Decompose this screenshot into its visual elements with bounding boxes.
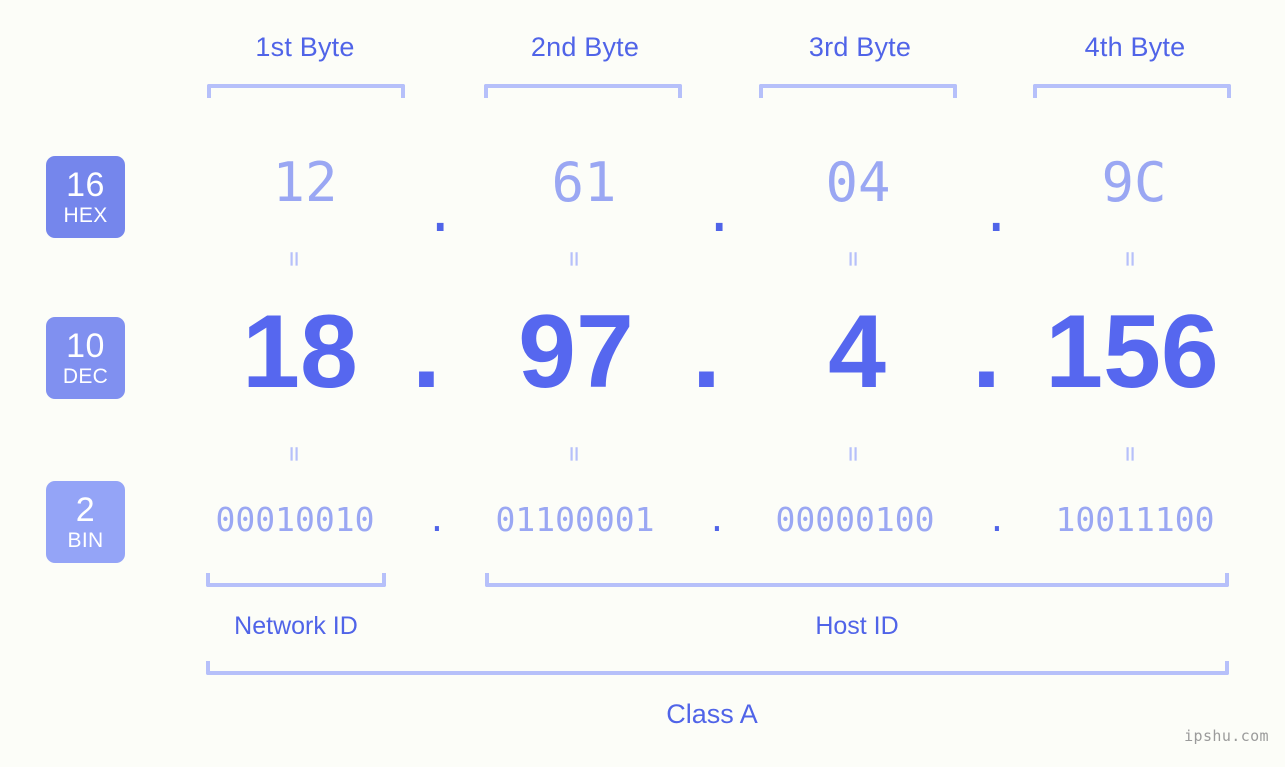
base-badge-dec-abbr: DEC bbox=[62, 365, 109, 388]
dec-separator-2: . bbox=[692, 294, 721, 410]
byte-header-2: 2nd Byte bbox=[530, 32, 640, 62]
byte-bracket-2 bbox=[484, 84, 682, 98]
byte-bracket-3 bbox=[759, 84, 957, 98]
byte-bracket-1 bbox=[207, 84, 405, 98]
byte-header-4: 4th Byte bbox=[1084, 32, 1186, 62]
base-badge-hex-number: 16 bbox=[66, 166, 105, 204]
bin-separator-2: . bbox=[707, 500, 727, 539]
equals-hex-dec-3: = bbox=[837, 251, 868, 267]
hex-separator-1: . bbox=[424, 181, 457, 244]
hex-separator-2: . bbox=[703, 181, 736, 244]
dec-byte-3: 4 bbox=[828, 294, 886, 410]
equals-dec-bin-2: = bbox=[558, 446, 589, 462]
host-id-bracket bbox=[485, 573, 1229, 587]
bin-separator-3: . bbox=[987, 500, 1007, 539]
dec-byte-4: 156 bbox=[1045, 294, 1219, 410]
equals-hex-dec-2: = bbox=[558, 251, 589, 267]
base-badge-bin-number: 2 bbox=[75, 491, 96, 529]
hex-byte-1: 12 bbox=[272, 151, 338, 214]
network-id-label: Network ID bbox=[234, 612, 358, 640]
equals-hex-dec-1: = bbox=[278, 251, 309, 267]
bin-byte-3: 00000100 bbox=[775, 500, 935, 539]
network-id-bracket bbox=[206, 573, 386, 587]
hex-byte-2: 61 bbox=[551, 151, 617, 214]
hex-byte-4: 9C bbox=[1101, 151, 1167, 214]
host-id-label: Host ID bbox=[815, 612, 899, 640]
base-badge-dec: 10 DEC bbox=[46, 317, 125, 399]
base-badge-hex: 16 HEX bbox=[46, 156, 125, 238]
hex-byte-3: 04 bbox=[825, 151, 891, 214]
hex-separator-3: . bbox=[980, 181, 1013, 244]
base-badge-bin: 2 BIN bbox=[46, 481, 125, 563]
dec-byte-1: 18 bbox=[242, 294, 358, 410]
byte-header-3: 3rd Byte bbox=[808, 32, 912, 62]
class-bracket bbox=[206, 661, 1229, 675]
dec-separator-1: . bbox=[412, 294, 441, 410]
byte-header-1: 1st Byte bbox=[255, 32, 355, 62]
class-label: Class A bbox=[666, 699, 758, 729]
dec-byte-2: 97 bbox=[518, 294, 634, 410]
base-badge-bin-abbr: BIN bbox=[67, 529, 104, 552]
equals-hex-dec-4: = bbox=[1114, 251, 1145, 267]
equals-dec-bin-4: = bbox=[1114, 446, 1145, 462]
base-badge-hex-abbr: HEX bbox=[63, 204, 108, 227]
bin-byte-2: 01100001 bbox=[495, 500, 655, 539]
bin-separator-1: . bbox=[427, 500, 447, 539]
site-watermark: ipshu.com bbox=[1184, 727, 1269, 745]
bin-byte-4: 10011100 bbox=[1055, 500, 1215, 539]
ip-breakdown-diagram: 1st Byte 2nd Byte 3rd Byte 4th Byte 16 H… bbox=[0, 0, 1285, 767]
byte-bracket-4 bbox=[1033, 84, 1231, 98]
base-badge-dec-number: 10 bbox=[66, 327, 105, 365]
bin-byte-1: 00010010 bbox=[215, 500, 375, 539]
dec-separator-3: . bbox=[972, 294, 1001, 410]
equals-dec-bin-3: = bbox=[837, 446, 868, 462]
equals-dec-bin-1: = bbox=[278, 446, 309, 462]
